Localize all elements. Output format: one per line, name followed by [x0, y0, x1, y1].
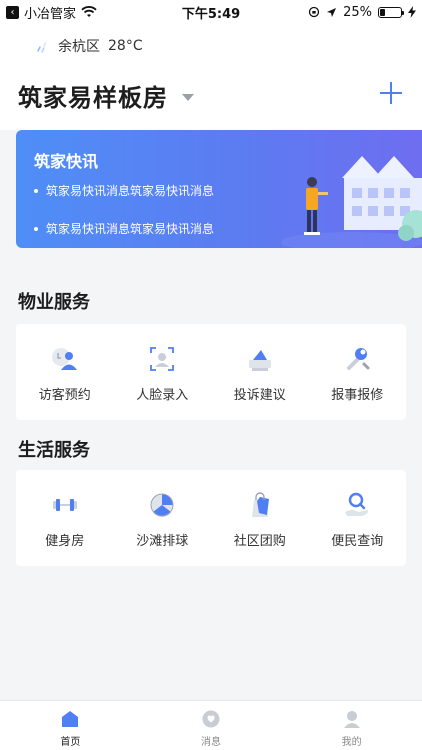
community-selector[interactable]: 筑家易样板房 [18, 78, 194, 113]
service-label: 沙滩排球 [136, 534, 189, 549]
add-button[interactable] [378, 80, 404, 106]
service-label: 健身房 [45, 534, 85, 549]
bottom-tab-bar: 首页 消息 我的 [0, 700, 422, 750]
tab-home[interactable]: 首页 [0, 701, 141, 750]
tab-label: 首页 [60, 737, 81, 748]
news-item[interactable]: 筑家易快讯消息筑家易快讯消息 [34, 182, 214, 199]
face-scan-icon [150, 347, 175, 371]
battery-icon [378, 6, 404, 18]
service-face-enrollment[interactable]: 人脸录入 [114, 324, 212, 420]
visitor-icon [51, 348, 77, 370]
shopping-bag-icon [251, 492, 269, 517]
tab-label: 我的 [341, 737, 362, 748]
caret-down-icon[interactable] [182, 94, 194, 101]
property-services-card: 访客预约 人脸录入 投诉建议 报事报修 [16, 324, 406, 420]
service-label: 便民查询 [331, 534, 384, 549]
wifi-icon [81, 6, 97, 17]
dumbbell-icon [52, 499, 77, 511]
search-hand-icon [345, 492, 369, 516]
service-visitor-booking[interactable]: 访客预约 [16, 324, 114, 420]
service-convenience-query[interactable]: 便民查询 [309, 470, 407, 566]
service-gym[interactable]: 健身房 [16, 470, 114, 566]
weather-temperature: 28°C [108, 38, 143, 54]
news-item-text: 筑家易快讯消息筑家易快讯消息 [46, 184, 215, 198]
life-services-card: 健身房 沙滩排球 社区团购 便民查询 [16, 470, 406, 566]
header-area: 余杭区 28°C 筑家易样板房 [0, 24, 422, 130]
tab-profile[interactable]: 我的 [281, 701, 422, 750]
service-label: 人脸录入 [136, 388, 189, 403]
life-services-title: 生活服务 [18, 440, 90, 461]
weather-district: 余杭区 [58, 39, 100, 55]
bullet-icon [34, 188, 38, 193]
rain-icon [37, 42, 47, 53]
service-beach-volleyball[interactable]: 沙滩排球 [114, 470, 212, 566]
service-label: 报事报修 [331, 388, 384, 403]
weather-widget: 余杭区 28°C [34, 36, 143, 56]
message-icon [202, 710, 220, 728]
volleyball-icon [150, 493, 174, 517]
status-app-name[interactable]: 小冶管家 [24, 3, 76, 22]
battery-percent: 25% [343, 4, 372, 20]
rotation-lock-icon [308, 6, 320, 18]
status-bar: ‹ 小冶管家 下午5:49 25% [0, 0, 422, 24]
news-item-text: 筑家易快讯消息筑家易快讯消息 [46, 222, 215, 236]
service-repair[interactable]: 报事报修 [309, 324, 407, 420]
home-icon [62, 711, 79, 727]
building-illustration [282, 156, 422, 248]
back-to-app-icon[interactable]: ‹ [6, 5, 19, 19]
service-label: 访客预约 [38, 388, 91, 403]
repair-icon [347, 348, 370, 370]
property-services-title: 物业服务 [18, 292, 90, 313]
tab-label: 消息 [201, 737, 221, 748]
complaint-icon [248, 350, 271, 371]
bullet-icon [34, 226, 38, 231]
profile-icon [343, 711, 360, 728]
news-item[interactable]: 筑家易快讯消息筑家易快讯消息 [34, 220, 214, 237]
tab-messages[interactable]: 消息 [141, 701, 282, 750]
page-title[interactable]: 筑家易样板房 [18, 78, 168, 113]
service-group-buying[interactable]: 社区团购 [211, 470, 309, 566]
news-banner[interactable]: 筑家快讯 筑家易快讯消息筑家易快讯消息 筑家易快讯消息筑家易快讯消息 [16, 130, 422, 248]
news-title: 筑家快讯 [34, 152, 99, 171]
service-complaint[interactable]: 投诉建议 [211, 324, 309, 420]
location-icon [327, 7, 337, 17]
charging-icon [408, 6, 416, 18]
service-label: 社区团购 [233, 534, 286, 549]
service-label: 投诉建议 [233, 388, 286, 403]
